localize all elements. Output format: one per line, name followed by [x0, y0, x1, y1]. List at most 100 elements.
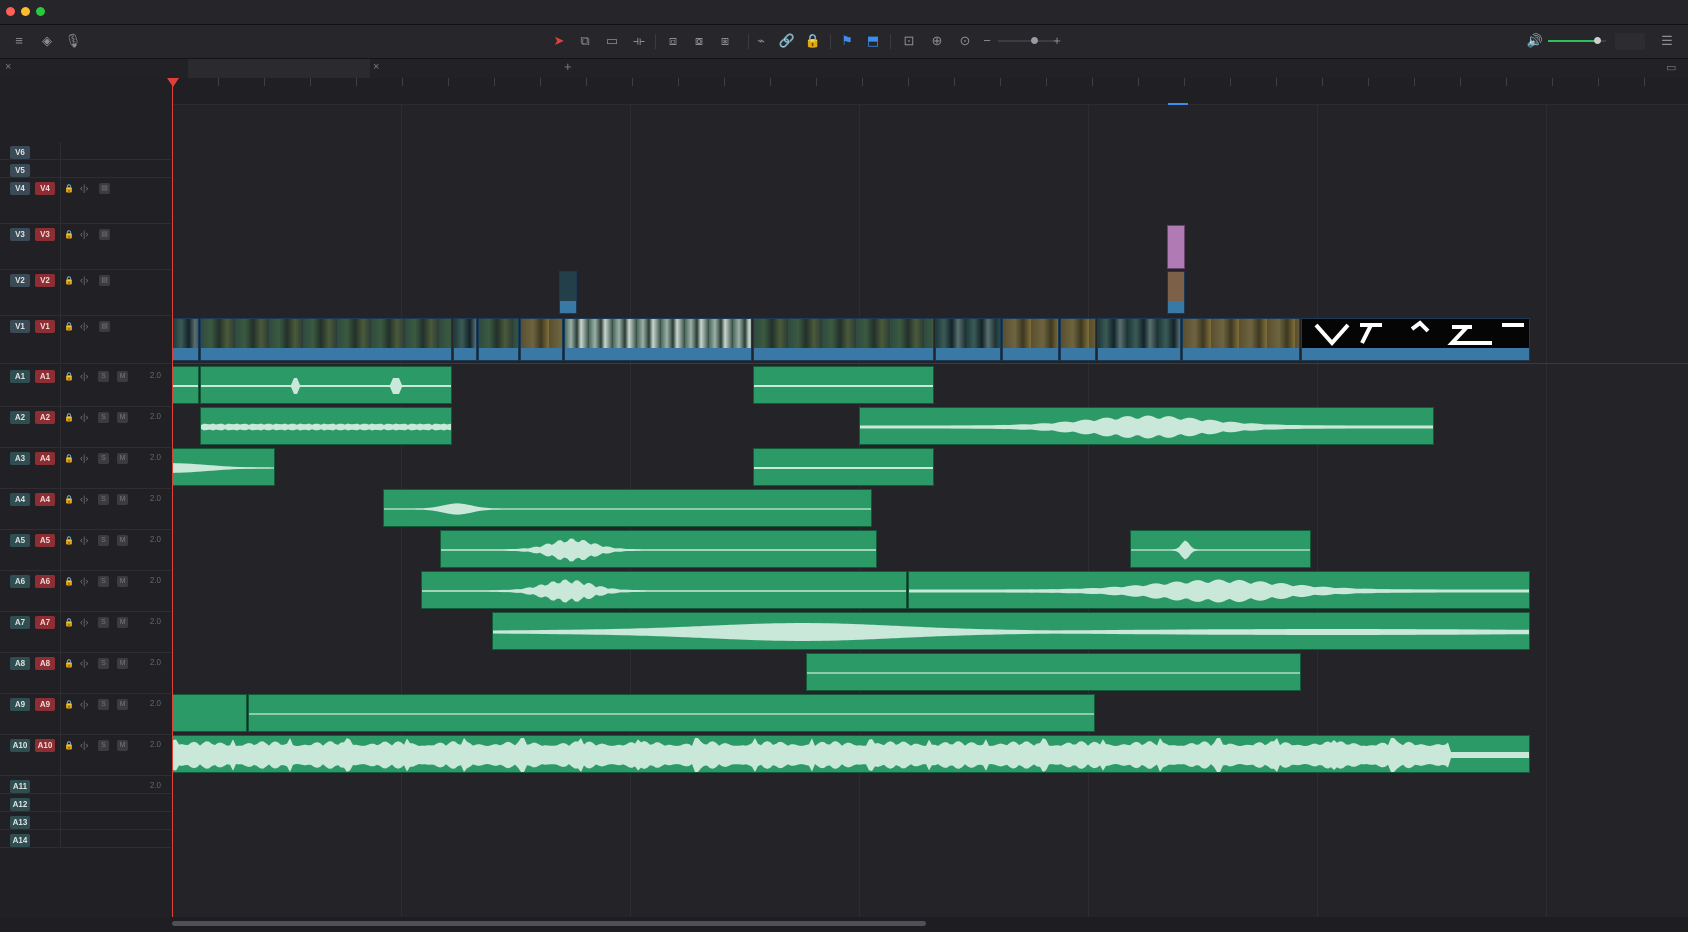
close-window-button[interactable] — [6, 7, 15, 16]
track-lock-icon[interactable]: 🔒 — [64, 698, 74, 711]
timecode-ruler[interactable] — [172, 78, 1688, 105]
destination-control[interactable]: A4 — [35, 452, 55, 465]
timeline-tab-menu-icon[interactable]: ▭ — [1666, 61, 1676, 74]
video-clip[interactable] — [478, 318, 519, 361]
audio-clip[interactable] — [421, 571, 907, 609]
audio-track-header-a8[interactable]: A8 A8 🔒 ‹|› S M 2.0 — [0, 653, 171, 694]
auto-track-selector-icon[interactable]: ‹|› — [80, 182, 88, 195]
audio-clip[interactable] — [753, 448, 934, 486]
auto-track-selector-icon[interactable]: ‹|› — [80, 575, 88, 588]
audio-track-header-a12[interactable]: A12 — [0, 794, 171, 812]
zoom-full-icon[interactable]: ⊡ — [900, 33, 918, 49]
zoom-window-button[interactable] — [36, 7, 45, 16]
audio-clip[interactable] — [172, 694, 247, 732]
track-label[interactable]: A14 — [10, 834, 30, 847]
destination-control[interactable]: V3 — [35, 228, 55, 241]
video-clip[interactable] — [1097, 318, 1181, 361]
video-clip[interactable] — [935, 318, 1001, 361]
timeline-inspector-icon[interactable]: ☰ — [1658, 33, 1676, 49]
marker-icon[interactable]: ⬒ — [864, 33, 882, 49]
mute-button[interactable]: M — [117, 412, 128, 423]
track-lock-icon[interactable]: 🔒 — [64, 657, 74, 670]
disable-video-track-icon[interactable]: ▤ — [99, 275, 110, 286]
audio-clip[interactable] — [172, 735, 1530, 773]
timeline-view-options-icon[interactable]: ≡ — [10, 33, 28, 49]
solo-button[interactable]: S — [98, 576, 109, 587]
mute-button[interactable]: M — [117, 740, 128, 751]
destination-control[interactable]: A5 — [35, 534, 55, 547]
auto-track-selector-icon[interactable]: ‹|› — [80, 739, 88, 752]
track-label[interactable]: V4 — [10, 182, 30, 195]
monitor-level-field[interactable] — [1615, 33, 1645, 50]
video-track-header-v1[interactable]: V1 V1 🔒 ‹|› ▤ — [0, 316, 171, 364]
audio-clip[interactable] — [172, 448, 275, 486]
disable-video-track-icon[interactable]: ▤ — [99, 229, 110, 240]
audio-track-header-a7[interactable]: A7 A7 🔒 ‹|› S M 2.0 — [0, 612, 171, 653]
destination-control[interactable]: A6 — [35, 575, 55, 588]
position-lock-icon[interactable]: 🔒 — [804, 33, 822, 49]
track-label[interactable]: A2 — [10, 411, 30, 424]
audio-clip[interactable] — [1130, 530, 1311, 568]
audio-clip[interactable] — [383, 489, 872, 527]
track-lock-icon[interactable]: 🔒 — [64, 274, 74, 287]
track-lock-icon[interactable]: 🔒 — [64, 320, 74, 333]
audio-clip[interactable] — [753, 366, 934, 404]
auto-track-selector-icon[interactable]: ‹|› — [80, 411, 88, 424]
auto-track-selector-icon[interactable]: ‹|› — [80, 370, 88, 383]
audio-clip[interactable] — [859, 407, 1434, 445]
dynamic-trim-mode-icon[interactable]: ▭ — [603, 33, 621, 49]
mute-button[interactable]: M — [117, 576, 128, 587]
video-clip[interactable] — [172, 318, 199, 361]
video-clip[interactable] — [1182, 318, 1300, 361]
destination-control[interactable]: A4 — [35, 493, 55, 506]
track-lock-icon[interactable]: 🔒 — [64, 616, 74, 629]
audio-clip[interactable] — [248, 694, 1095, 732]
disable-video-track-icon[interactable]: ▤ — [99, 183, 110, 194]
auto-track-selector-icon[interactable]: ‹|› — [80, 493, 88, 506]
destination-control[interactable]: A9 — [35, 698, 55, 711]
video-clip[interactable] — [453, 318, 477, 361]
snapping-icon[interactable]: ⌁ — [752, 33, 770, 49]
flag-icon[interactable]: ⚑ — [838, 33, 856, 49]
solo-button[interactable]: S — [98, 453, 109, 464]
auto-track-selector-icon[interactable]: ‹|› — [80, 698, 88, 711]
audio-clip[interactable] — [200, 366, 452, 404]
video-clip[interactable] — [1060, 318, 1096, 361]
timeline-track-area[interactable] — [172, 105, 1688, 917]
mute-button[interactable]: M — [117, 371, 128, 382]
timeline-tab-2[interactable] — [188, 59, 370, 78]
zoom-slider-knob[interactable] — [1031, 37, 1038, 44]
audio-track-header-a13[interactable]: A13 — [0, 812, 171, 830]
timeline-horizontal-scrollbar[interactable] — [172, 917, 1688, 932]
solo-button[interactable]: S — [98, 699, 109, 710]
audio-track-header-a9[interactable]: A9 A9 🔒 ‹|› S M 2.0 — [0, 694, 171, 735]
solo-button[interactable]: S — [98, 740, 109, 751]
track-label[interactable]: A10 — [10, 739, 30, 752]
track-lock-icon[interactable]: 🔒 — [64, 370, 74, 383]
track-lock-icon[interactable]: 🔒 — [64, 452, 74, 465]
audio-mixer-icon[interactable]: ◈ — [38, 33, 56, 49]
video-clip[interactable] — [753, 318, 934, 361]
speaker-icon[interactable]: 🔊 — [1526, 33, 1544, 49]
video-track-header-v4[interactable]: V4 V4 🔒 ‹|› ▤ — [0, 178, 171, 224]
solo-button[interactable]: S — [98, 535, 109, 546]
playhead-line[interactable] — [172, 81, 173, 917]
trim-edit-mode-icon[interactable]: ⧉ — [576, 33, 594, 49]
solo-button[interactable]: S — [98, 494, 109, 505]
track-label[interactable]: A6 — [10, 575, 30, 588]
add-timeline-tab-icon[interactable]: + — [564, 59, 572, 74]
destination-control[interactable]: V4 — [35, 182, 55, 195]
selection-mode-icon[interactable]: ➤ — [550, 33, 568, 49]
video-clip[interactable] — [564, 318, 752, 361]
auto-track-selector-icon[interactable]: ‹|› — [80, 274, 88, 287]
destination-control[interactable]: A8 — [35, 657, 55, 670]
video-track-header-v3[interactable]: V3 V3 🔒 ‹|› ▤ — [0, 224, 171, 270]
video-clip[interactable] — [1301, 318, 1530, 361]
video-clip[interactable] — [520, 318, 563, 361]
track-label[interactable]: A4 — [10, 493, 30, 506]
track-label[interactable]: A5 — [10, 534, 30, 547]
video-track-header-v6[interactable]: V6 — [0, 142, 171, 160]
playhead-marker-icon[interactable] — [167, 78, 179, 87]
adjustment-clip[interactable] — [1167, 225, 1185, 269]
audio-track-header-a10[interactable]: A10 A10 🔒 ‹|› S M 2.0 — [0, 735, 171, 776]
